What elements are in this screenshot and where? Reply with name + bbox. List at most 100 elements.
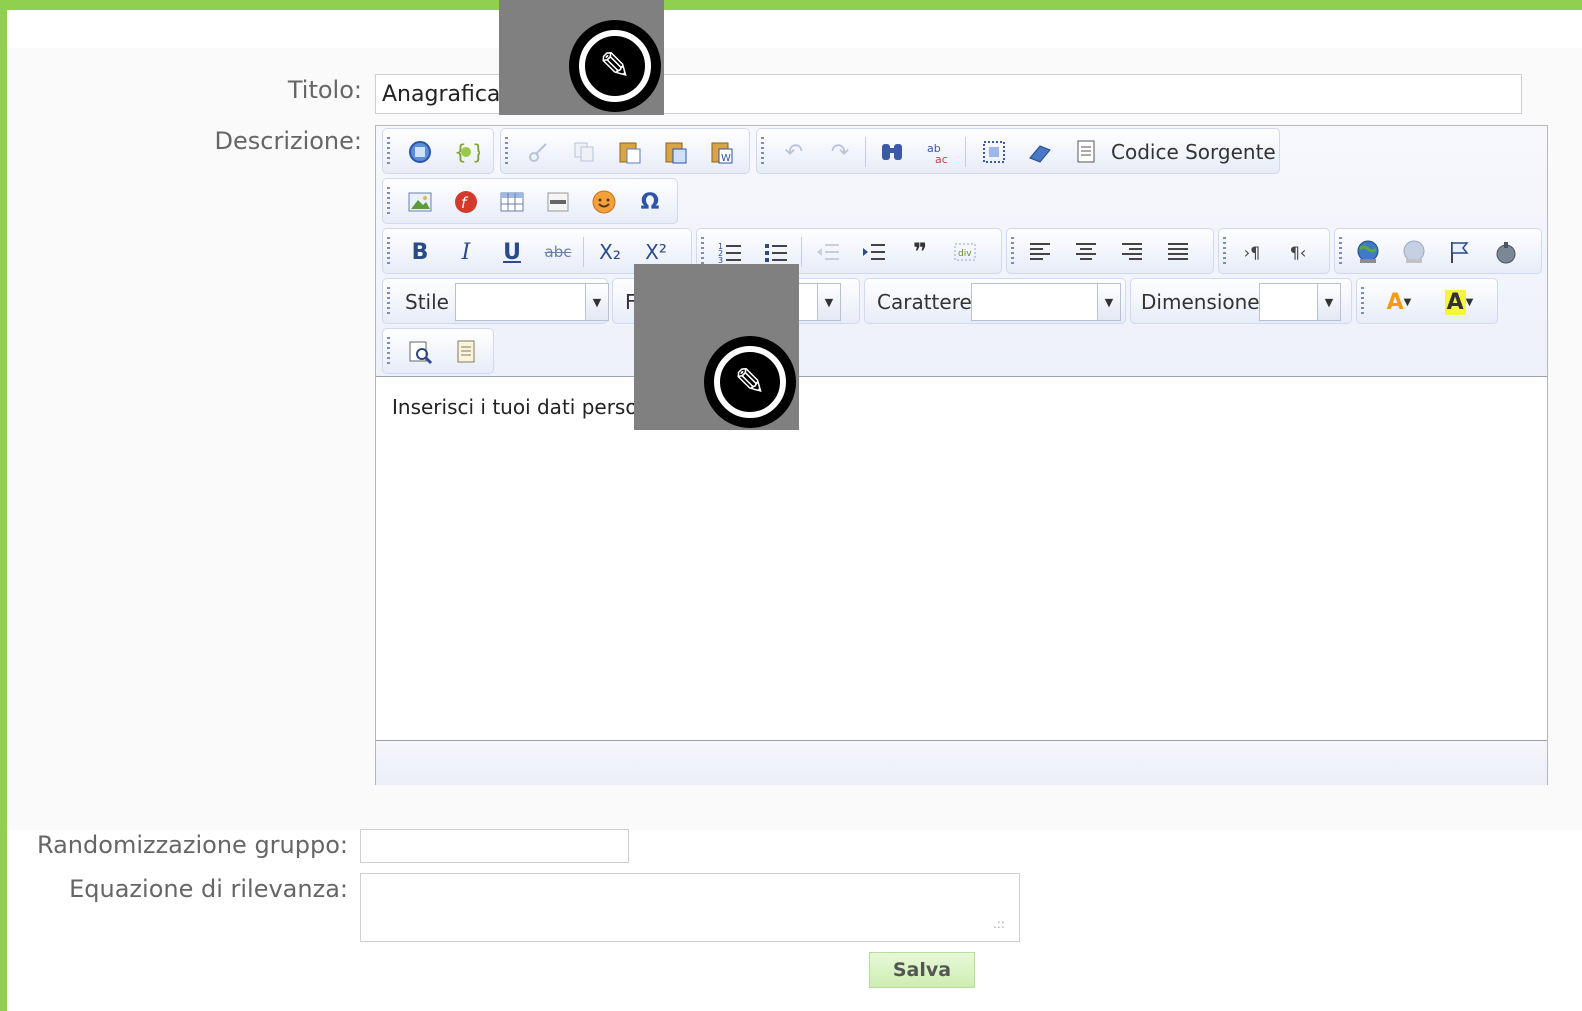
svg-text:ac: ac — [935, 153, 948, 165]
paste-icon[interactable] — [613, 135, 647, 169]
font-dropdown[interactable]: ▼ — [971, 283, 1121, 321]
preview-icon[interactable] — [403, 335, 437, 369]
resize-grip-icon[interactable]: .:: — [993, 917, 1005, 931]
size-dropdown[interactable]: ▼ — [1259, 283, 1341, 321]
source-code-button[interactable]: Codice Sorgente — [1111, 140, 1276, 164]
toolbar-group-colors: A ▼ A ▼ — [1356, 278, 1498, 324]
blockquote-icon[interactable]: ❞ — [903, 235, 937, 269]
toolbar-group-direction: ›¶ ¶‹ — [1218, 228, 1330, 274]
redo-icon[interactable]: ↷ — [823, 135, 857, 169]
save-button[interactable]: Salva — [869, 952, 975, 988]
table-icon[interactable] — [495, 185, 529, 219]
toolbar-handle[interactable] — [387, 287, 390, 317]
chevron-down-icon: ▼ — [1403, 296, 1412, 308]
background-color-button[interactable]: A ▼ — [1433, 285, 1485, 319]
strikethrough-icon[interactable]: abc — [541, 235, 575, 269]
edit-overlay[interactable]: ✎ — [499, 0, 664, 115]
svg-text:W: W — [721, 153, 731, 164]
chevron-down-icon[interactable]: ▼ — [585, 284, 608, 320]
font-label: Carattere — [877, 290, 972, 314]
smiley-icon[interactable] — [587, 185, 621, 219]
toolbar-handle[interactable] — [1223, 237, 1226, 267]
pencil-icon: ✎ — [714, 346, 786, 418]
text-direction-rtl-icon[interactable]: ¶‹ — [1281, 235, 1315, 269]
toolbar-group-clipboard: W — [500, 128, 750, 174]
toolbar-group-size: Dimensione ▼ — [1130, 278, 1352, 324]
link-icon[interactable] — [1351, 235, 1385, 269]
source-icon[interactable] — [1069, 135, 1103, 169]
edit-badge[interactable]: ✎ — [704, 336, 796, 428]
toolbar-handle[interactable] — [761, 137, 764, 167]
iframe-icon[interactable] — [1489, 235, 1523, 269]
replace-icon[interactable]: ab ac — [921, 135, 955, 169]
chevron-down-icon[interactable]: ▼ — [1317, 284, 1340, 320]
toolbar-handle[interactable] — [387, 337, 390, 367]
templates-icon[interactable] — [449, 335, 483, 369]
edit-badge[interactable]: ✎ — [569, 20, 661, 112]
chevron-down-icon: ▼ — [1465, 296, 1474, 308]
italic-icon[interactable]: I — [449, 235, 483, 269]
undo-icon[interactable]: ↶ — [777, 135, 811, 169]
svg-text:}: } — [472, 140, 480, 164]
copy-icon[interactable] — [567, 135, 601, 169]
unlink-icon[interactable] — [1397, 235, 1431, 269]
indent-icon[interactable] — [857, 235, 891, 269]
toolbar-group-document: {} — [382, 128, 494, 174]
group-randomization-label: Randomizzazione gruppo: — [36, 831, 348, 859]
toolbar-group-insert: f Ω — [382, 178, 678, 224]
bold-icon[interactable]: B — [403, 235, 437, 269]
toolbar-handle[interactable] — [387, 237, 390, 267]
toolbar-handle[interactable] — [1011, 237, 1014, 267]
align-center-icon[interactable] — [1069, 235, 1103, 269]
chevron-down-icon[interactable]: ▼ — [1097, 284, 1120, 320]
text-direction-ltr-icon[interactable]: ›¶ — [1235, 235, 1269, 269]
paste-text-icon[interactable] — [659, 135, 693, 169]
subscript-icon[interactable]: X₂ — [593, 235, 627, 269]
template-icon[interactable]: {} — [449, 135, 483, 169]
special-char-icon[interactable]: Ω — [633, 185, 667, 219]
flash-icon[interactable]: f — [449, 185, 483, 219]
outdent-icon[interactable] — [811, 235, 845, 269]
title-label: Titolo: — [287, 76, 362, 104]
anchor-icon[interactable] — [1443, 235, 1477, 269]
underline-icon[interactable]: U — [495, 235, 529, 269]
toolbar-handle[interactable] — [387, 187, 390, 217]
save-document-icon[interactable] — [403, 135, 437, 169]
editor-content-text[interactable]: Inserisci i tuoi dati person — [392, 395, 650, 419]
editor-content-area[interactable]: Inserisci i tuoi dati person — [376, 377, 1547, 739]
toolbar-group-style: Stile ▼ — [382, 278, 609, 324]
toolbar-separator — [865, 137, 866, 167]
horizontal-rule-icon[interactable] — [541, 185, 575, 219]
create-div-icon[interactable]: div — [949, 235, 983, 269]
toolbar-handle[interactable] — [1339, 237, 1342, 267]
toolbar-handle[interactable] — [701, 237, 704, 267]
cut-icon[interactable] — [521, 135, 555, 169]
toolbar-handle[interactable] — [1361, 287, 1364, 317]
edit-overlay[interactable]: ✎ — [634, 264, 799, 430]
toolbar-handle[interactable] — [387, 137, 390, 167]
style-dropdown[interactable]: ▼ — [455, 283, 609, 321]
toolbar-group-links — [1334, 228, 1542, 274]
font-color-button[interactable]: A ▼ — [1373, 285, 1425, 319]
toolbar-group-tools — [382, 328, 494, 374]
find-icon[interactable] — [875, 135, 909, 169]
toolbar-separator — [583, 237, 584, 267]
size-label: Dimensione — [1141, 290, 1260, 314]
toolbar-group-align — [1006, 228, 1214, 274]
toolbar-handle[interactable] — [505, 137, 508, 167]
remove-format-icon[interactable] — [1023, 135, 1057, 169]
align-right-icon[interactable] — [1115, 235, 1149, 269]
editor-toolbar: {} W ↶ ↷ — [376, 126, 1547, 377]
group-randomization-input[interactable] — [360, 829, 629, 863]
image-icon[interactable] — [403, 185, 437, 219]
relevance-equation-textarea[interactable] — [360, 873, 1020, 942]
select-all-icon[interactable] — [977, 135, 1011, 169]
font-color-icon: A — [1386, 289, 1404, 315]
align-left-icon[interactable] — [1023, 235, 1057, 269]
chevron-down-icon[interactable]: ▼ — [817, 284, 840, 320]
toolbar-group-font: Carattere ▼ — [864, 278, 1126, 324]
svg-text:3: 3 — [718, 256, 723, 264]
relevance-equation-label: Equazione di rilevanza: — [69, 875, 348, 903]
align-justify-icon[interactable] — [1161, 235, 1195, 269]
paste-word-icon[interactable]: W — [705, 135, 739, 169]
